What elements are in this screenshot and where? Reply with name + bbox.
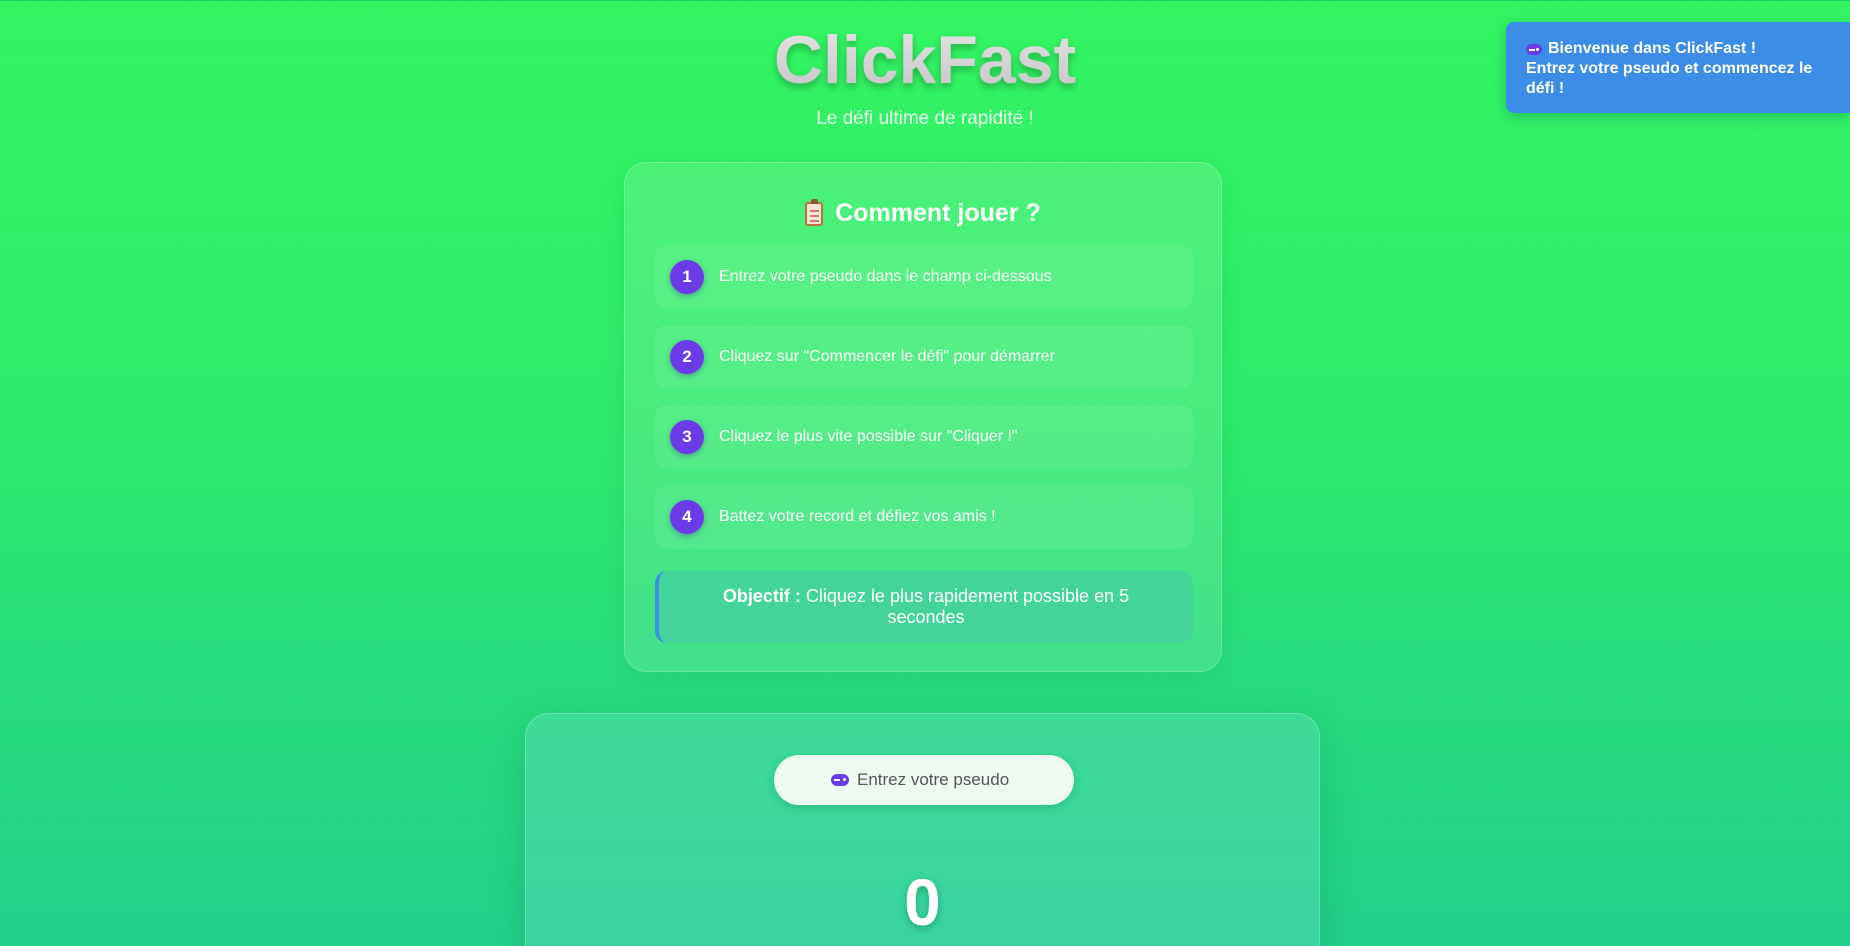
step-number-badge: 1 — [670, 260, 704, 294]
toast-message: Entrez votre pseudo et commencez le défi… — [1526, 60, 1813, 97]
step-item: 2 Cliquez sur "Commencer le défi" pour d… — [655, 325, 1193, 389]
welcome-toast: Bienvenue dans ClickFast ! Entrez votre … — [1506, 22, 1850, 113]
objective-text: Cliquez le plus rapidement possible en 5… — [800, 586, 1130, 627]
objective-label: Objectif : — [722, 586, 801, 606]
objective-box: Objectif : Cliquez le plus rapidement po… — [655, 571, 1193, 643]
how-to-play-heading: Comment jouer ? — [835, 199, 1041, 227]
toast-title-line: Bienvenue dans ClickFast ! — [1526, 39, 1830, 59]
step-text: Cliquez sur "Commencer le défi" pour dém… — [719, 348, 1055, 365]
clipboard-icon — [805, 198, 824, 226]
step-number-badge: 3 — [670, 420, 704, 454]
click-score: 0 — [904, 865, 941, 939]
gamepad-icon — [831, 774, 849, 786]
how-to-play-card: Comment jouer ? 1 Entrez votre pseudo da… — [624, 162, 1222, 672]
pseudo-field[interactable] — [774, 755, 1074, 805]
top-border — [0, 0, 1850, 1]
game-card: 0 — [525, 713, 1320, 946]
step-item: 3 Cliquez le plus vite possible sur "Cli… — [655, 405, 1193, 469]
how-to-play-title: Comment jouer ? — [625, 198, 1221, 228]
step-text: Cliquez le plus vite possible sur "Cliqu… — [719, 428, 1018, 445]
pseudo-input[interactable] — [857, 770, 1017, 790]
step-item: 4 Battez votre record et défiez vos amis… — [655, 485, 1193, 549]
step-number-badge: 4 — [670, 500, 704, 534]
objective-content: Objectif : Cliquez le plus rapidement po… — [699, 586, 1153, 628]
step-text: Entrez votre pseudo dans le champ ci-des… — [719, 268, 1052, 285]
step-number-badge: 2 — [670, 340, 704, 374]
step-item: 1 Entrez votre pseudo dans le champ ci-d… — [655, 245, 1193, 309]
toast-title: Bienvenue dans ClickFast ! — [1548, 40, 1757, 57]
gamepad-icon — [1526, 43, 1542, 55]
step-text: Battez votre record et défiez vos amis ! — [719, 508, 996, 525]
